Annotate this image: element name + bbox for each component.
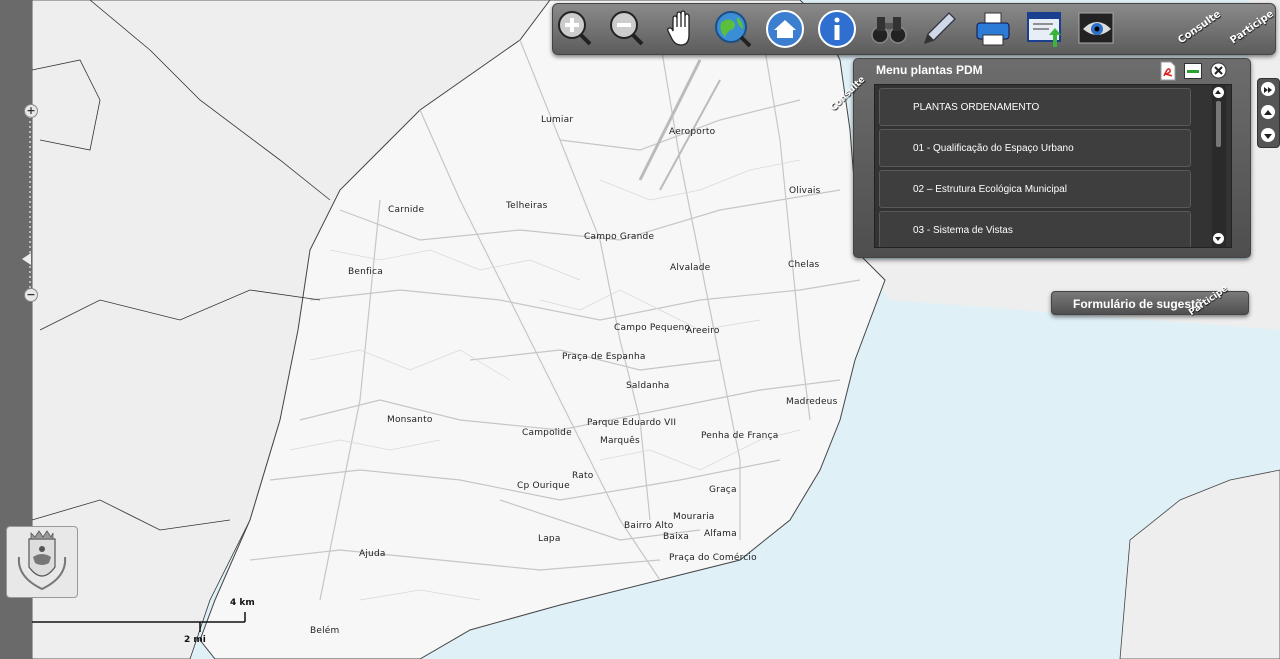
list-item[interactable]: 01 - Qualificação do Espaço Urbano bbox=[879, 129, 1191, 167]
minimize-icon bbox=[1184, 63, 1202, 79]
place-label: Benfica bbox=[348, 267, 383, 277]
panel-side-controls bbox=[1257, 78, 1280, 148]
place-label: Chelas bbox=[788, 260, 820, 270]
home-tool[interactable] bbox=[765, 9, 805, 49]
info-tool[interactable] bbox=[817, 9, 857, 49]
place-label: Olivais bbox=[789, 186, 821, 196]
place-label: Baixa bbox=[663, 532, 690, 542]
place-label: Areeiro bbox=[686, 326, 720, 336]
zoom-slider[interactable]: + − bbox=[20, 100, 40, 306]
zoom-in-icon bbox=[558, 11, 592, 46]
scale-metric-label: 4 km bbox=[230, 598, 255, 608]
city-logo bbox=[6, 526, 78, 598]
zoom-handle[interactable] bbox=[22, 253, 31, 265]
zoom-out-icon bbox=[610, 11, 644, 46]
place-label: Praça do Comércio bbox=[669, 553, 757, 563]
pdm-menu-panel: Menu plantas PDM Consulte PLANTAS ORDENA… bbox=[829, 58, 1251, 258]
scroll-down-icon[interactable] bbox=[1213, 233, 1224, 244]
arrow-down-icon bbox=[1264, 134, 1272, 139]
place-label: Campo Pequeno bbox=[614, 323, 691, 333]
pan-tool[interactable] bbox=[661, 9, 701, 49]
place-label: Alvalade bbox=[670, 263, 711, 273]
draw-tool[interactable] bbox=[919, 9, 959, 49]
minimize-button[interactable] bbox=[1184, 63, 1202, 83]
list-item[interactable]: PLANTAS ORDENAMENTO bbox=[879, 88, 1191, 126]
place-label: Rato bbox=[572, 471, 594, 481]
close-button[interactable] bbox=[1210, 62, 1227, 83]
visibility-tool[interactable] bbox=[1077, 9, 1117, 49]
arrow-up-icon bbox=[1264, 110, 1272, 115]
close-icon bbox=[1210, 62, 1227, 79]
list-item[interactable]: 03 - Sistema de Vistas bbox=[879, 211, 1191, 247]
slider-zoom-in-button[interactable]: + bbox=[24, 104, 38, 118]
place-label: Graça bbox=[709, 485, 737, 495]
place-label: Monsanto bbox=[387, 415, 433, 425]
home-icon bbox=[766, 10, 804, 48]
zoom-track[interactable] bbox=[29, 116, 31, 292]
place-label: Campo Grande bbox=[584, 232, 655, 242]
consulte-tab[interactable]: Consulte bbox=[1176, 9, 1223, 46]
place-label: Mouraria bbox=[673, 512, 715, 522]
pdf-button[interactable] bbox=[1158, 61, 1178, 85]
globe-search-icon bbox=[715, 11, 752, 48]
pan-hand-icon bbox=[667, 10, 690, 46]
pencil-icon bbox=[923, 12, 956, 45]
place-label: Aeroporto bbox=[669, 127, 716, 137]
place-label: Parque Eduardo VII bbox=[587, 418, 677, 428]
panel-title: Menu plantas PDM bbox=[876, 63, 983, 77]
place-label: Penha de França bbox=[701, 431, 779, 441]
place-label: Praça de Espanha bbox=[562, 352, 646, 362]
eye-icon bbox=[1078, 12, 1114, 44]
zoom-in-tool[interactable] bbox=[555, 9, 595, 49]
suggestion-form-label: Formulário de sugestõ bbox=[1073, 297, 1203, 311]
place-label: Saldanha bbox=[626, 381, 670, 391]
printer-icon bbox=[976, 12, 1010, 46]
scroll-thumb[interactable] bbox=[1216, 101, 1221, 147]
binoculars-icon bbox=[871, 17, 907, 44]
binoculars-tool[interactable] bbox=[869, 9, 909, 49]
export-tool[interactable] bbox=[1025, 9, 1065, 49]
place-label: Madredeus bbox=[786, 397, 838, 407]
list-item[interactable]: 02 – Estrutura Ecológica Municipal bbox=[879, 170, 1191, 208]
place-label: Alfama bbox=[704, 529, 737, 539]
place-label: Ajuda bbox=[359, 549, 386, 559]
search-tool[interactable] bbox=[713, 9, 753, 49]
export-icon bbox=[1027, 12, 1061, 47]
place-label: Lapa bbox=[538, 534, 561, 544]
place-label: Telheiras bbox=[506, 201, 548, 211]
slider-zoom-out-button[interactable]: − bbox=[24, 288, 38, 302]
place-label: Marquês bbox=[600, 436, 640, 446]
scale-imperial-label: 2 mi bbox=[184, 635, 206, 645]
place-label: Campolide bbox=[522, 428, 572, 438]
pdf-icon bbox=[1160, 61, 1176, 81]
info-icon bbox=[818, 10, 856, 48]
place-label: Bairro Alto bbox=[624, 521, 674, 531]
place-label: Cp Ourique bbox=[517, 481, 570, 491]
zoom-out-tool[interactable] bbox=[607, 9, 647, 49]
place-label: Carnide bbox=[388, 205, 425, 215]
move-up-button[interactable] bbox=[1261, 105, 1275, 119]
scroll-up-icon[interactable] bbox=[1213, 87, 1224, 98]
map-toolbar: Consulte Participe bbox=[552, 3, 1276, 55]
pdm-list[interactable]: PLANTAS ORDENAMENTO 01 - Qualificação do… bbox=[874, 84, 1232, 248]
place-label: Lumiar bbox=[541, 115, 574, 125]
fast-forward-button[interactable] bbox=[1261, 82, 1275, 96]
move-down-button[interactable] bbox=[1261, 128, 1275, 142]
fast-forward-icon bbox=[1264, 87, 1272, 93]
coat-of-arms-icon bbox=[17, 530, 67, 591]
participe-tab[interactable]: Participe bbox=[1228, 9, 1275, 47]
place-label: Belém bbox=[310, 626, 340, 636]
print-tool[interactable] bbox=[973, 9, 1013, 49]
list-scrollbar[interactable] bbox=[1212, 85, 1226, 247]
